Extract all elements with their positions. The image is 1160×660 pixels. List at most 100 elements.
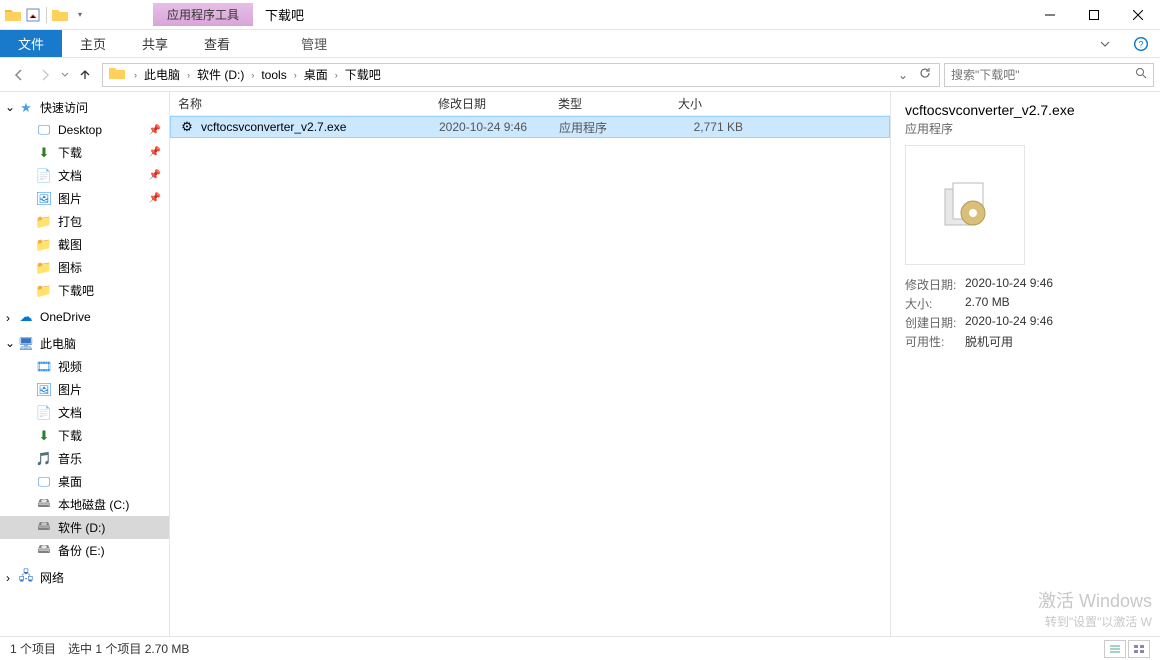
- chevron-right-icon[interactable]: ›: [184, 70, 193, 80]
- sidebar-item[interactable]: 📄文档: [0, 401, 169, 424]
- chevron-right-icon[interactable]: ›: [6, 571, 10, 585]
- preview-pane: vcftocsvconverter_v2.7.exe 应用程序 修改日期:202…: [890, 92, 1160, 636]
- sidebar-item-label: Desktop: [58, 123, 102, 137]
- sidebar-item[interactable]: 🖼图片: [0, 378, 169, 401]
- column-headers: 名称 修改日期 类型 大小: [170, 92, 890, 116]
- meta-key: 可用性:: [905, 333, 965, 350]
- column-date[interactable]: 修改日期: [430, 95, 550, 112]
- item-icon: 🎵: [36, 451, 52, 467]
- chevron-down-icon[interactable]: ⌄: [5, 336, 15, 350]
- sidebar-item-label: 文档: [58, 404, 82, 421]
- sidebar-item[interactable]: ⬇下载: [0, 424, 169, 447]
- maximize-button[interactable]: [1072, 0, 1116, 30]
- crumb-current[interactable]: 下载吧: [341, 66, 385, 83]
- sidebar-item[interactable]: 📄文档📌: [0, 164, 169, 187]
- sidebar-item[interactable]: 🎵 音乐: [0, 447, 169, 470]
- view-large-button[interactable]: [1128, 640, 1150, 658]
- item-icon: 🖴: [36, 520, 52, 536]
- titlebar: ▾ 应用程序工具 下载吧: [0, 0, 1160, 30]
- ribbon-file-tab[interactable]: 文件: [0, 30, 62, 57]
- sidebar-item-label: 打包: [58, 213, 82, 230]
- navigation-bar: › 此电脑 › 软件 (D:) › tools › 桌面 › 下载吧 ⌄: [0, 58, 1160, 92]
- chevron-right-icon[interactable]: ›: [291, 70, 300, 80]
- address-bar[interactable]: › 此电脑 › 软件 (D:) › tools › 桌面 › 下载吧 ⌄: [102, 63, 940, 87]
- item-icon: ⬇: [36, 145, 52, 161]
- sidebar-item[interactable]: 🖴本地磁盘 (C:): [0, 493, 169, 516]
- preview-meta-row: 修改日期:2020-10-24 9:46: [905, 275, 1146, 294]
- file-row[interactable]: ⚙vcftocsvconverter_v2.7.exe2020-10-24 9:…: [170, 116, 890, 138]
- exe-icon: ⚙: [179, 119, 195, 135]
- sidebar-item[interactable]: 🖵Desktop📌: [0, 119, 169, 141]
- column-size[interactable]: 大小: [670, 95, 750, 112]
- chevron-down-icon[interactable]: ⌄: [5, 100, 15, 114]
- sidebar-item-label: 文档: [58, 167, 82, 184]
- sidebar-item[interactable]: 🎞视频: [0, 355, 169, 378]
- star-icon: ★: [18, 100, 34, 116]
- sidebar-item[interactable]: 🖴软件 (D:): [0, 516, 169, 539]
- sidebar-item-label: 备份 (E:): [58, 542, 105, 559]
- folder-icon[interactable]: [4, 6, 22, 24]
- crumb-desktop[interactable]: 桌面: [300, 66, 332, 83]
- item-icon: 📁: [36, 283, 52, 299]
- sidebar-item-label: 下载吧: [58, 282, 94, 299]
- item-icon: 🖴: [36, 543, 52, 559]
- sidebar-quick-access[interactable]: ★ 快速访问: [0, 96, 169, 119]
- column-name[interactable]: 名称: [170, 95, 430, 112]
- contextual-tab-label[interactable]: 应用程序工具: [153, 3, 253, 26]
- sidebar-item-label: 音乐: [58, 450, 82, 467]
- file-type: 应用程序: [551, 119, 671, 136]
- chevron-right-icon[interactable]: ›: [131, 70, 140, 80]
- ribbon-expand-icon[interactable]: [1088, 30, 1122, 57]
- sidebar-item[interactable]: 🖼图片📌: [0, 187, 169, 210]
- chevron-right-icon[interactable]: ›: [6, 311, 10, 325]
- sidebar-item[interactable]: ⬇下载📌: [0, 141, 169, 164]
- search-input[interactable]: [951, 68, 1135, 82]
- properties-icon[interactable]: [24, 6, 42, 24]
- ribbon-tab-manage[interactable]: 管理: [283, 30, 345, 57]
- search-box[interactable]: [944, 63, 1154, 87]
- item-icon: 🖵: [36, 474, 52, 490]
- file-size: 2,771 KB: [671, 120, 751, 134]
- sidebar-item[interactable]: 📁 打包: [0, 210, 169, 233]
- address-dropdown-icon[interactable]: ⌄: [893, 68, 913, 82]
- crumb-tools[interactable]: tools: [257, 68, 290, 82]
- sidebar-item[interactable]: 🖴 备份 (E:): [0, 539, 169, 562]
- sidebar-network[interactable]: 🖧 网络: [0, 566, 169, 589]
- item-icon: 📄: [36, 168, 52, 184]
- close-button[interactable]: [1116, 0, 1160, 30]
- item-icon: 🖼: [36, 382, 52, 398]
- up-button[interactable]: [72, 63, 98, 87]
- pin-icon: 📌: [149, 125, 161, 136]
- qat-dropdown-icon[interactable]: ▾: [71, 6, 89, 24]
- new-folder-icon[interactable]: [51, 6, 69, 24]
- help-icon[interactable]: ?: [1122, 30, 1160, 57]
- cloud-icon: ☁: [18, 309, 34, 325]
- item-icon: 📁: [36, 214, 52, 230]
- ribbon-tab-view[interactable]: 查看: [186, 30, 248, 57]
- back-button[interactable]: [6, 63, 32, 87]
- sidebar-item[interactable]: 🖵桌面: [0, 470, 169, 493]
- sidebar-onedrive[interactable]: ☁ OneDrive: [0, 306, 169, 328]
- minimize-button[interactable]: [1028, 0, 1072, 30]
- status-bar: 1 个项目 选中 1 个项目 2.70 MB: [0, 636, 1160, 660]
- recent-dropdown[interactable]: [58, 63, 72, 87]
- meta-key: 大小:: [905, 295, 965, 312]
- sidebar-thispc[interactable]: 🖥 此电脑: [0, 332, 169, 355]
- view-details-button[interactable]: [1104, 640, 1126, 658]
- meta-key: 创建日期:: [905, 314, 965, 331]
- refresh-icon[interactable]: [913, 67, 937, 82]
- search-icon[interactable]: [1135, 67, 1147, 82]
- ribbon-tab-share[interactable]: 共享: [124, 30, 186, 57]
- crumb-thispc[interactable]: 此电脑: [140, 66, 184, 83]
- sidebar-item[interactable]: 📁 下载吧: [0, 279, 169, 302]
- sidebar-item[interactable]: 📁截图: [0, 233, 169, 256]
- chevron-right-icon[interactable]: ›: [248, 70, 257, 80]
- location-folder-icon: [109, 66, 127, 84]
- chevron-right-icon[interactable]: ›: [332, 70, 341, 80]
- column-type[interactable]: 类型: [550, 95, 670, 112]
- forward-button[interactable]: [32, 63, 58, 87]
- ribbon-tab-home[interactable]: 主页: [62, 30, 124, 57]
- sidebar-item[interactable]: 📁图标: [0, 256, 169, 279]
- crumb-drive[interactable]: 软件 (D:): [193, 66, 248, 83]
- meta-value: 2020-10-24 9:46: [965, 276, 1053, 293]
